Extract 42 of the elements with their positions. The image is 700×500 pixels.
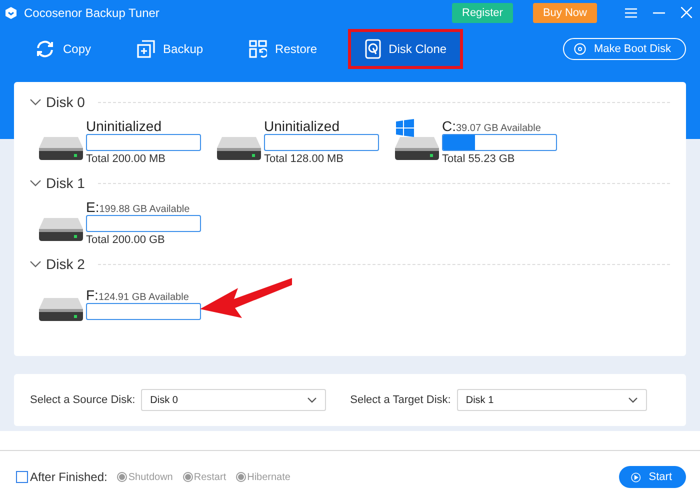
tab[interactable]: Disk Clone (348, 29, 464, 69)
tab[interactable]: Backup (122, 29, 218, 69)
menu-icon[interactable] (625, 8, 637, 18)
tab[interactable]: Copy (20, 29, 106, 69)
window-title: Cocosenor Backup Tuner (24, 6, 160, 20)
sync-icon (35, 39, 55, 59)
minimize-icon[interactable] (653, 12, 665, 14)
app-logo-icon (4, 6, 18, 20)
source-disk-label: Select a Source Disk: (30, 394, 136, 406)
tab[interactable]: Restore (234, 29, 332, 69)
target-disk-dropdown[interactable]: Disk 1 (456, 389, 647, 411)
hard-drive-icon (394, 134, 440, 160)
restore-icon (249, 40, 268, 58)
partition-label: Uninitialized (86, 118, 162, 134)
partition-total: Total 200.00 GB (86, 234, 166, 246)
disk-name: Disk 1 (46, 175, 85, 191)
chevron-icon[interactable] (30, 180, 41, 186)
source-disk-dropdown[interactable]: Disk 0 (141, 389, 326, 411)
partition-label: E:199.88 GB Available (86, 199, 191, 215)
after-finished-label: After Finished: (30, 470, 108, 484)
make-boot-disk-button[interactable]: Make Boot Disk (562, 38, 686, 60)
disk-name: Disk 2 (46, 256, 85, 272)
chevron-down-icon (307, 397, 318, 403)
partition-total: Total 200.00 MB (86, 153, 166, 165)
partition-label: F:124.91 GB Available (86, 286, 190, 302)
partition-label: Uninitialized (264, 118, 340, 134)
disk-name: Disk 0 (46, 94, 85, 110)
chevron-down-icon (628, 397, 638, 403)
disc-icon (574, 43, 586, 55)
chevron-icon[interactable] (30, 260, 41, 268)
target-disk-label: Select a Target Disk: (350, 394, 451, 406)
partition-total: Total 55.23 GB (442, 153, 516, 165)
checkbox[interactable] (16, 471, 28, 483)
close-icon[interactable] (681, 7, 692, 18)
partition-label: C:39.07 GB Available (442, 118, 542, 134)
chevron-icon[interactable] (30, 98, 41, 106)
register-button[interactable]: Register (452, 2, 513, 22)
partition-total: Total 128.00 MB (264, 153, 344, 165)
play-icon (631, 470, 641, 484)
buy-now-button[interactable]: Buy Now (532, 2, 597, 22)
start-button[interactable]: Start (619, 466, 686, 488)
add-copy-icon (137, 40, 156, 58)
